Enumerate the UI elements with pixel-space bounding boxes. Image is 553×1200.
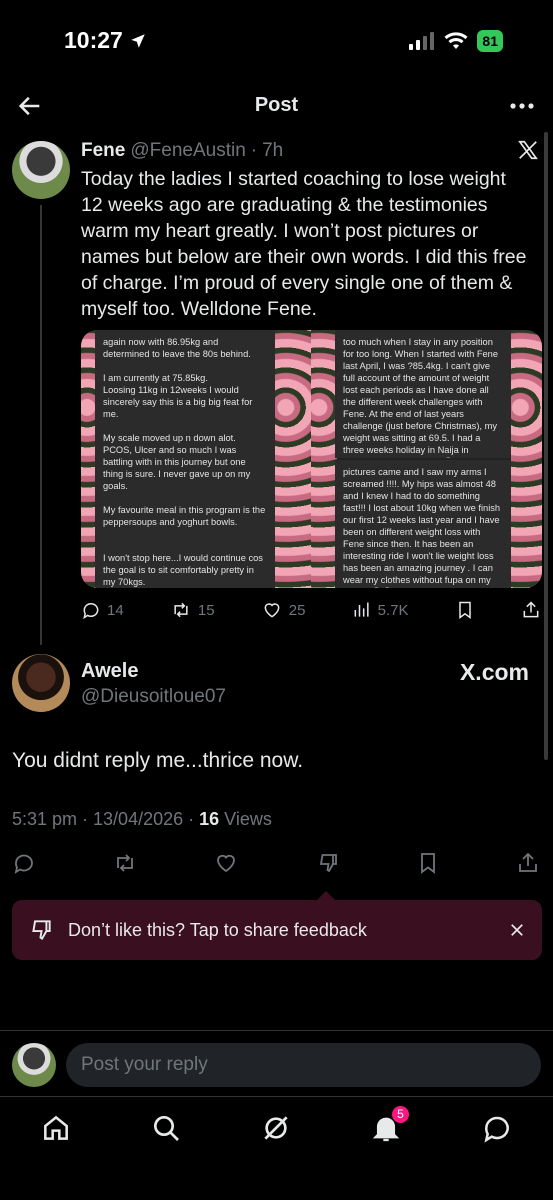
reply-count: 14 (107, 601, 124, 619)
views-button[interactable]: 5.7K (352, 600, 409, 620)
bookmark-icon[interactable] (416, 851, 440, 875)
reply-text: You didnt reply me...thrice now. (12, 749, 304, 772)
share-icon[interactable] (516, 851, 540, 875)
status-right: 81 (409, 30, 503, 52)
home-icon (44, 1115, 68, 1140)
bookmark-icon (458, 601, 471, 619)
share-icon (523, 601, 539, 618)
tweet-author-line: Fene @FeneAustin · 7h (81, 140, 283, 162)
reply-actions (12, 851, 540, 875)
feedback-text: Don’t like this? Tap to share feedback (68, 919, 367, 940)
bookmark-button[interactable] (455, 600, 475, 620)
repost-button[interactable]: 15 (170, 600, 215, 620)
more-dots-icon (510, 103, 534, 109)
reply-author-handle[interactable]: @Dieusoitloue07 (81, 686, 226, 708)
wifi-icon (444, 32, 468, 49)
repost-icon[interactable] (112, 851, 138, 875)
reply-icon (83, 603, 99, 620)
reply-input[interactable]: Post your reply (66, 1043, 541, 1087)
author-handle[interactable]: @FeneAustin (130, 140, 245, 162)
tweet-age[interactable]: 7h (262, 140, 283, 162)
nav-grok[interactable] (260, 1112, 292, 1149)
reply-button[interactable]: 14 (81, 600, 124, 620)
location-arrow-icon (131, 33, 145, 48)
nav-search[interactable] (150, 1112, 182, 1149)
author-avatar[interactable] (12, 141, 70, 199)
repost-icon (174, 602, 188, 618)
battery-indicator: 81 (477, 30, 503, 52)
reply-views-label: Views (224, 809, 272, 829)
roses-background (311, 330, 337, 588)
share-button[interactable] (521, 600, 541, 620)
media-image-2[interactable]: too much when I stay in any position for… (335, 330, 511, 458)
tweet-actions: 14 15 25 5.7K (81, 598, 541, 622)
reply-views-count: 16 (199, 809, 220, 829)
separator-dot: · (250, 140, 258, 161)
bottom-navigation: 5 (0, 1096, 553, 1200)
status-bar: 10:27 81 (0, 0, 553, 80)
views-count: 5.7K (377, 601, 409, 619)
nav-home[interactable] (40, 1112, 72, 1149)
x-logo-icon (517, 139, 539, 166)
reply-composer: Post your reply (0, 1030, 553, 1096)
thread-line (40, 205, 42, 645)
roses-background (275, 330, 311, 588)
nav-notifications[interactable]: 5 (370, 1106, 409, 1149)
close-icon[interactable] (508, 921, 526, 939)
roses-background (511, 330, 542, 588)
repost-count: 15 (197, 601, 215, 619)
my-avatar[interactable] (12, 1043, 56, 1087)
source-label: X.com (459, 659, 529, 685)
status-time: 10:27 (64, 27, 147, 54)
tweet-media[interactable]: again now with 86.95kg and determined to… (81, 330, 542, 588)
heart-icon (264, 603, 280, 618)
views-chart-icon (354, 602, 369, 617)
search-icon (154, 1116, 179, 1141)
author-name[interactable]: Fene (81, 140, 125, 162)
reply-timestamp[interactable]: 5:31 pm · 13/04/2026 · (12, 809, 194, 830)
nav-messages[interactable] (481, 1112, 513, 1149)
reply-icon[interactable] (12, 851, 36, 875)
tweet-text: Today the ladies I started coaching to l… (81, 168, 527, 320)
cellular-signal-icon (409, 32, 435, 50)
thumbs-down-icon (32, 920, 51, 941)
reply-meta: 5:31 pm · 13/04/2026 · 16 Views (12, 809, 272, 830)
more-options-button[interactable] (509, 96, 535, 121)
reply-author-name[interactable]: Awele (81, 660, 138, 683)
page-title: Post (254, 94, 299, 116)
scrollbar[interactable] (544, 132, 548, 760)
like-count: 25 (288, 601, 306, 619)
notifications-badge: 5 (392, 1106, 409, 1123)
media-image-3[interactable]: pictures came and I saw my arms I scream… (335, 460, 511, 588)
grok-icon (264, 1116, 288, 1140)
feedback-banner[interactable]: Don’t like this? Tap to share feedback (12, 900, 542, 960)
top-header: Post (0, 80, 553, 132)
heart-icon[interactable] (213, 851, 239, 875)
chat-bubble-icon (484, 1116, 509, 1143)
thumbs-down-icon[interactable] (315, 851, 341, 875)
like-button[interactable]: 25 (261, 600, 306, 620)
reply-author-avatar[interactable] (12, 654, 70, 712)
media-image-1[interactable]: again now with 86.95kg and determined to… (95, 330, 275, 588)
